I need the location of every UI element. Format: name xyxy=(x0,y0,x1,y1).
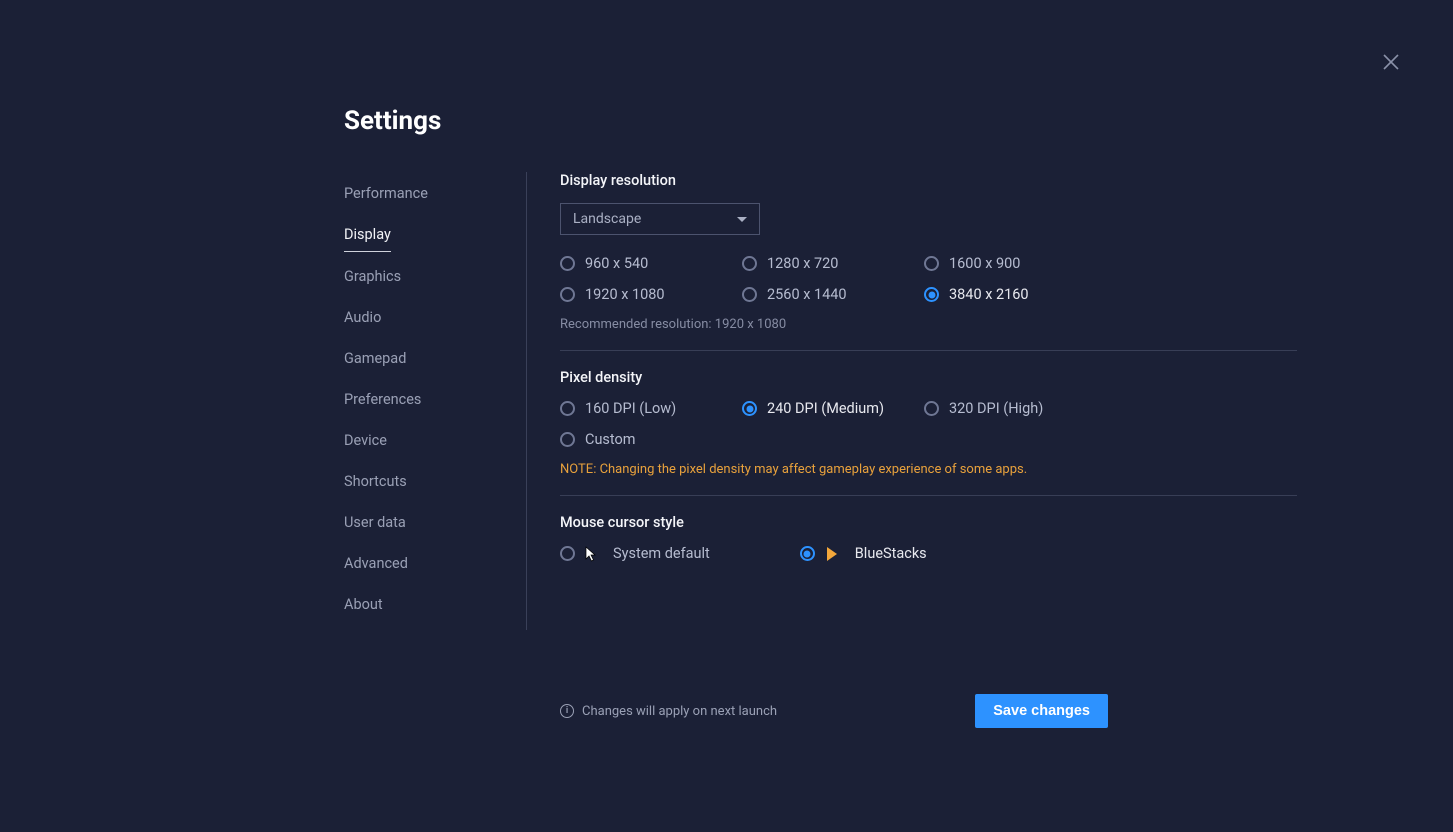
sidebar-item-performance[interactable]: Performance xyxy=(344,178,428,210)
radio-label: Custom xyxy=(585,431,636,448)
page-title: Settings xyxy=(344,106,1453,136)
sidebar-item-device[interactable]: Device xyxy=(344,425,387,457)
settings-sidebar: Performance Display Graphics Audio Gamepad Pr… xyxy=(344,172,527,630)
sidebar-item-advanced[interactable]: Advanced xyxy=(344,548,408,580)
density-heading: Pixel density xyxy=(560,369,1297,386)
footer-info: i Changes will apply on next launch xyxy=(560,704,777,719)
density-options: 160 DPI (Low) 240 DPI (Medium) 320 DPI (Hi… xyxy=(560,400,1297,448)
density-option[interactable]: Custom xyxy=(560,431,742,448)
sidebar-item-user-data[interactable]: User data xyxy=(344,507,406,539)
section-divider xyxy=(560,350,1297,351)
radio-icon xyxy=(800,546,815,561)
radio-label: BlueStacks xyxy=(855,545,927,562)
radio-icon xyxy=(924,256,939,271)
radio-icon xyxy=(560,432,575,447)
resolution-heading: Display resolution xyxy=(560,172,1297,189)
cursor-option-system[interactable]: System default xyxy=(560,545,710,562)
radio-icon xyxy=(924,401,939,416)
radio-label: 2560 x 1440 xyxy=(767,286,847,303)
sidebar-item-preferences[interactable]: Preferences xyxy=(344,384,421,416)
save-changes-button[interactable]: Save changes xyxy=(975,694,1108,728)
orientation-value: Landscape xyxy=(573,211,641,227)
sidebar-item-shortcuts[interactable]: Shortcuts xyxy=(344,466,407,498)
radio-label: 1600 x 900 xyxy=(949,255,1020,272)
resolution-option[interactable]: 3840 x 2160 xyxy=(924,286,1106,303)
radio-label: 1280 x 720 xyxy=(767,255,838,272)
radio-icon xyxy=(742,256,757,271)
radio-icon xyxy=(742,287,757,302)
radio-icon xyxy=(560,401,575,416)
section-divider xyxy=(560,495,1297,496)
resolution-option[interactable]: 1600 x 900 xyxy=(924,255,1106,272)
radio-icon xyxy=(924,287,939,302)
orientation-select[interactable]: Landscape xyxy=(560,203,760,235)
cursor-option-bluestacks[interactable]: BlueStacks xyxy=(800,545,927,562)
radio-icon xyxy=(560,546,575,561)
radio-icon xyxy=(560,287,575,302)
resolution-option[interactable]: 1920 x 1080 xyxy=(560,286,742,303)
cursor-default-icon xyxy=(585,546,597,562)
density-option[interactable]: 320 DPI (High) xyxy=(924,400,1106,417)
radio-icon xyxy=(560,256,575,271)
radio-label: 1920 x 1080 xyxy=(585,286,665,303)
radio-label: 240 DPI (Medium) xyxy=(767,400,884,417)
sidebar-item-audio[interactable]: Audio xyxy=(344,302,381,334)
sidebar-item-about[interactable]: About xyxy=(344,589,383,621)
radio-label: 160 DPI (Low) xyxy=(585,400,676,417)
recommended-resolution: Recommended resolution: 1920 x 1080 xyxy=(560,317,1297,332)
radio-label: 3840 x 2160 xyxy=(949,286,1029,303)
density-option[interactable]: 240 DPI (Medium) xyxy=(742,400,924,417)
resolution-option[interactable]: 960 x 540 xyxy=(560,255,742,272)
resolution-option[interactable]: 1280 x 720 xyxy=(742,255,924,272)
radio-label: 320 DPI (High) xyxy=(949,400,1043,417)
cursor-bluestacks-icon xyxy=(825,546,839,562)
density-option[interactable]: 160 DPI (Low) xyxy=(560,400,742,417)
cursor-heading: Mouse cursor style xyxy=(560,514,1297,531)
resolution-option[interactable]: 2560 x 1440 xyxy=(742,286,924,303)
sidebar-item-graphics[interactable]: Graphics xyxy=(344,261,401,293)
radio-label: 960 x 540 xyxy=(585,255,648,272)
info-icon: i xyxy=(560,704,574,718)
sidebar-item-display[interactable]: Display xyxy=(344,219,391,252)
cursor-options: System default BlueStacks xyxy=(560,545,1297,562)
footer-info-text: Changes will apply on next launch xyxy=(582,704,777,719)
resolution-options: 960 x 540 1280 x 720 1600 x 900 1920 x 1080… xyxy=(560,255,1297,303)
sidebar-item-gamepad[interactable]: Gamepad xyxy=(344,343,406,375)
radio-icon xyxy=(742,401,757,416)
display-panel: Display resolution Landscape 960 x 540 12… xyxy=(527,172,1297,630)
density-note: NOTE: Changing the pixel density may aff… xyxy=(560,462,1297,477)
radio-label: System default xyxy=(613,545,710,562)
caret-down-icon xyxy=(737,217,747,222)
